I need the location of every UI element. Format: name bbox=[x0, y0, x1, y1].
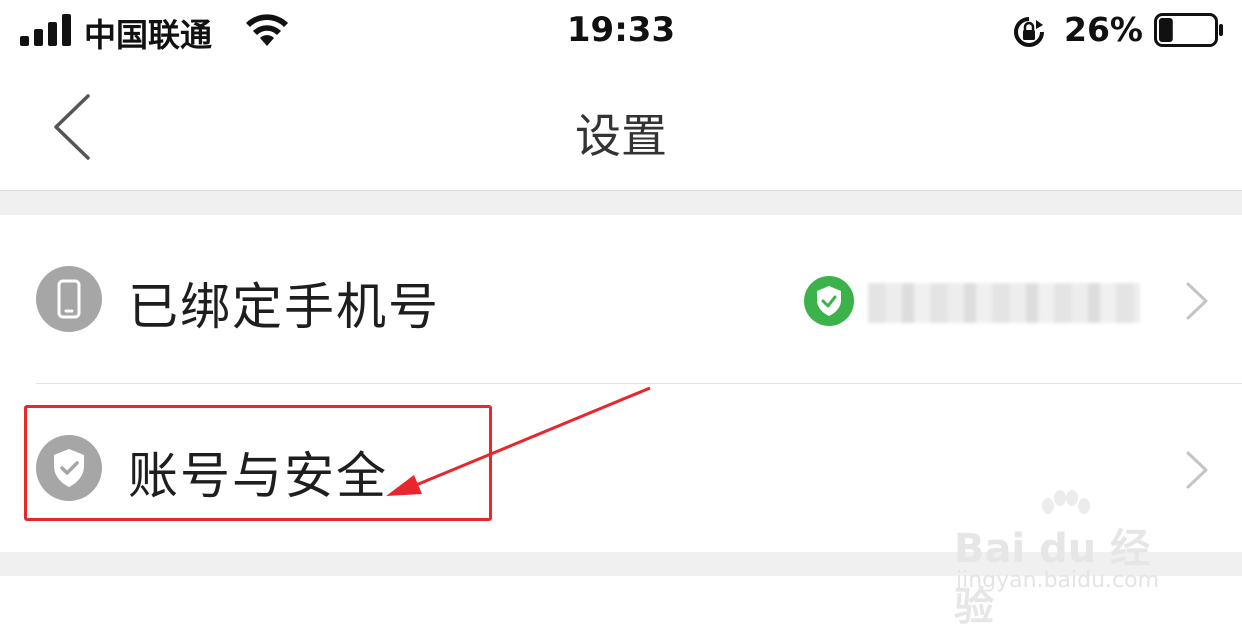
section-gap bbox=[0, 191, 1242, 215]
battery-percentage: 26% bbox=[1064, 10, 1143, 49]
watermark-url: jingyan.baidu.com bbox=[956, 568, 1160, 593]
watermark: Bai du 经验 jingyan.baidu.com bbox=[950, 490, 1190, 630]
annotation-arrow-icon bbox=[386, 386, 651, 496]
chevron-right-icon bbox=[1186, 282, 1208, 320]
clock-time: 19:33 bbox=[566, 10, 676, 50]
page-title: 设置 bbox=[575, 109, 667, 163]
navigation-bar: 设置 bbox=[0, 64, 1242, 191]
masked-phone-number bbox=[868, 283, 1140, 323]
settings-row-bound-phone[interactable]: 已绑定手机号 bbox=[0, 215, 1242, 383]
orientation-lock-icon bbox=[1014, 17, 1044, 47]
chevron-right-icon bbox=[1186, 451, 1208, 489]
status-bar: 中国联通 19:33 26% bbox=[0, 0, 1242, 64]
verified-shield-icon bbox=[804, 276, 854, 326]
phone-icon bbox=[36, 266, 102, 332]
battery-icon bbox=[1154, 13, 1223, 47]
settings-row-label: 已绑定手机号 bbox=[128, 278, 440, 336]
